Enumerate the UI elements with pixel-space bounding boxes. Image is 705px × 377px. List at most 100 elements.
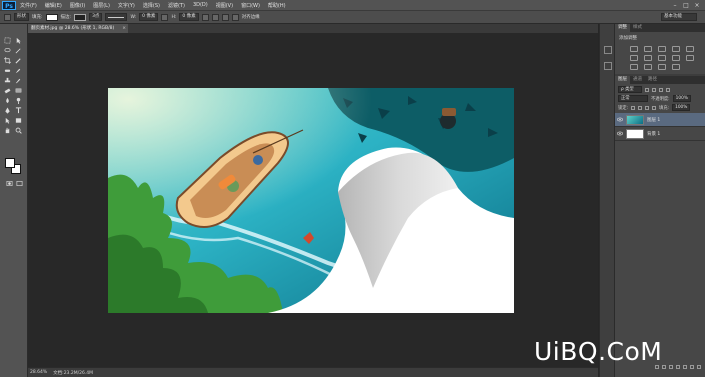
layer-row[interactable]: 背景 1 [615, 127, 705, 141]
gradient-map-icon[interactable] [672, 64, 680, 70]
color-swatches[interactable] [5, 158, 23, 176]
maximize-button[interactable]: □ [682, 2, 690, 9]
exposure-icon[interactable] [672, 46, 680, 52]
stroke-width-field[interactable]: 3点 [89, 13, 103, 21]
filter-type-icon[interactable] [659, 87, 663, 92]
path-alignment-icon[interactable] [211, 13, 219, 21]
menu-filter[interactable]: 滤镜(T) [164, 2, 189, 9]
type-tool-icon[interactable] [14, 106, 23, 114]
blend-mode-select[interactable]: 正常 [618, 95, 648, 102]
document-tab[interactable]: 翻页素材.jpg @ 28.6% (形状 1, RGB/8) × [28, 24, 128, 33]
channel-mixer-icon[interactable] [686, 55, 694, 61]
photo-filter-icon[interactable] [672, 55, 680, 61]
pen-tool-icon[interactable] [3, 106, 12, 114]
filter-pixel-icon[interactable] [645, 87, 649, 92]
trash-icon[interactable] [697, 365, 701, 369]
new-layer-icon[interactable] [690, 365, 694, 369]
menu-file[interactable]: 文件(F) [16, 2, 41, 9]
invert-icon[interactable] [630, 64, 638, 70]
new-adjustment-icon[interactable] [676, 365, 680, 369]
properties-panel-icon[interactable] [604, 62, 612, 70]
menu-view[interactable]: 视图(V) [212, 2, 237, 9]
hand-tool-icon[interactable] [3, 126, 12, 134]
healing-brush-tool-icon[interactable] [3, 66, 12, 74]
document-info[interactable]: 文档:23.2M/26.4M [53, 370, 93, 376]
layer-style-icon[interactable] [662, 365, 666, 369]
hue-saturation-icon[interactable] [630, 55, 638, 61]
visibility-eye-icon[interactable] [617, 117, 623, 122]
layer-kind-filter[interactable]: ρ 类型 [618, 86, 642, 93]
menu-select[interactable]: 选择(S) [139, 2, 164, 9]
lasso-tool-icon[interactable] [3, 46, 12, 54]
blur-tool-icon[interactable] [3, 96, 12, 104]
menu-image[interactable]: 图像(I) [66, 2, 89, 9]
tab-paths[interactable]: 路径 [645, 76, 660, 84]
path-selection-tool-icon[interactable] [3, 116, 12, 124]
layer-name[interactable]: 背景 1 [647, 131, 660, 137]
levels-icon[interactable] [644, 46, 652, 52]
history-panel-icon[interactable] [604, 46, 612, 54]
stroke-swatch[interactable] [74, 13, 87, 21]
lock-pixels-icon[interactable] [638, 105, 643, 110]
path-operations-icon[interactable] [201, 13, 209, 21]
tool-mode-select[interactable]: 形状 [14, 13, 29, 21]
height-field[interactable]: 0 像素 [179, 13, 199, 21]
brush-tool-icon[interactable] [14, 66, 23, 74]
menu-edit[interactable]: 编辑(E) [41, 2, 66, 9]
threshold-icon[interactable] [658, 64, 666, 70]
marquee-tool-icon[interactable] [3, 36, 12, 44]
close-tab-icon[interactable]: × [122, 24, 126, 33]
curves-icon[interactable] [658, 46, 666, 52]
link-icon[interactable] [161, 13, 169, 21]
add-mask-icon[interactable] [669, 365, 673, 369]
lock-all-icon[interactable] [652, 105, 657, 110]
stroke-type-select[interactable] [105, 13, 128, 21]
foreground-color-swatch[interactable] [5, 158, 15, 168]
tab-channels[interactable]: 通道 [630, 76, 645, 84]
lock-transparency-icon[interactable] [631, 105, 636, 110]
zoom-level[interactable]: 28.64% [30, 370, 47, 375]
opacity-field[interactable]: 100% [672, 95, 691, 102]
canvas-area[interactable] [28, 33, 598, 367]
path-arrangement-icon[interactable] [221, 13, 229, 21]
vibrance-icon[interactable] [686, 46, 694, 52]
minimize-button[interactable]: – [671, 2, 679, 9]
fill-swatch[interactable] [45, 13, 58, 21]
gear-icon[interactable] [231, 13, 239, 21]
align-edges-checkbox[interactable]: 对齐边缘 [242, 14, 260, 20]
tab-styles[interactable]: 样式 [630, 24, 645, 32]
tab-adjustments[interactable]: 调整 [615, 24, 630, 32]
dodge-tool-icon[interactable] [14, 96, 23, 104]
screen-mode-icon[interactable] [15, 179, 24, 187]
clone-stamp-tool-icon[interactable] [3, 76, 12, 84]
tab-layers[interactable]: 图层 [615, 76, 630, 84]
zoom-tool-icon[interactable] [14, 126, 23, 134]
workspace-select[interactable]: 基本功能 [661, 13, 697, 21]
history-brush-tool-icon[interactable] [14, 76, 23, 84]
gradient-tool-icon[interactable] [14, 86, 23, 94]
menu-window[interactable]: 窗口(W) [237, 2, 264, 9]
new-group-icon[interactable] [683, 365, 687, 369]
layer-row[interactable]: 图层 1 [615, 113, 705, 127]
filter-adjustment-icon[interactable] [652, 87, 656, 92]
move-tool-icon[interactable] [14, 36, 23, 44]
black-white-icon[interactable] [658, 55, 666, 61]
magic-wand-tool-icon[interactable] [14, 46, 23, 54]
posterize-icon[interactable] [644, 64, 652, 70]
quick-mask-icon[interactable] [5, 179, 14, 187]
layer-name[interactable]: 图层 1 [647, 117, 660, 123]
lock-position-icon[interactable] [645, 105, 650, 110]
tool-preset-icon[interactable] [4, 13, 11, 21]
menu-layer[interactable]: 图层(L) [89, 2, 114, 9]
brightness-icon[interactable] [630, 46, 638, 52]
menu-type[interactable]: 文字(Y) [114, 2, 139, 9]
menu-help[interactable]: 帮助(H) [264, 2, 290, 9]
rectangle-tool-icon[interactable] [14, 116, 23, 124]
menu-3d[interactable]: 3D(D) [189, 2, 212, 8]
visibility-eye-icon[interactable] [617, 131, 623, 136]
close-window-button[interactable]: × [693, 2, 701, 9]
width-field[interactable]: 0 像素 [139, 13, 159, 21]
eyedropper-tool-icon[interactable] [14, 56, 23, 64]
eraser-tool-icon[interactable] [3, 86, 12, 94]
fill-field[interactable]: 100% [672, 104, 691, 111]
